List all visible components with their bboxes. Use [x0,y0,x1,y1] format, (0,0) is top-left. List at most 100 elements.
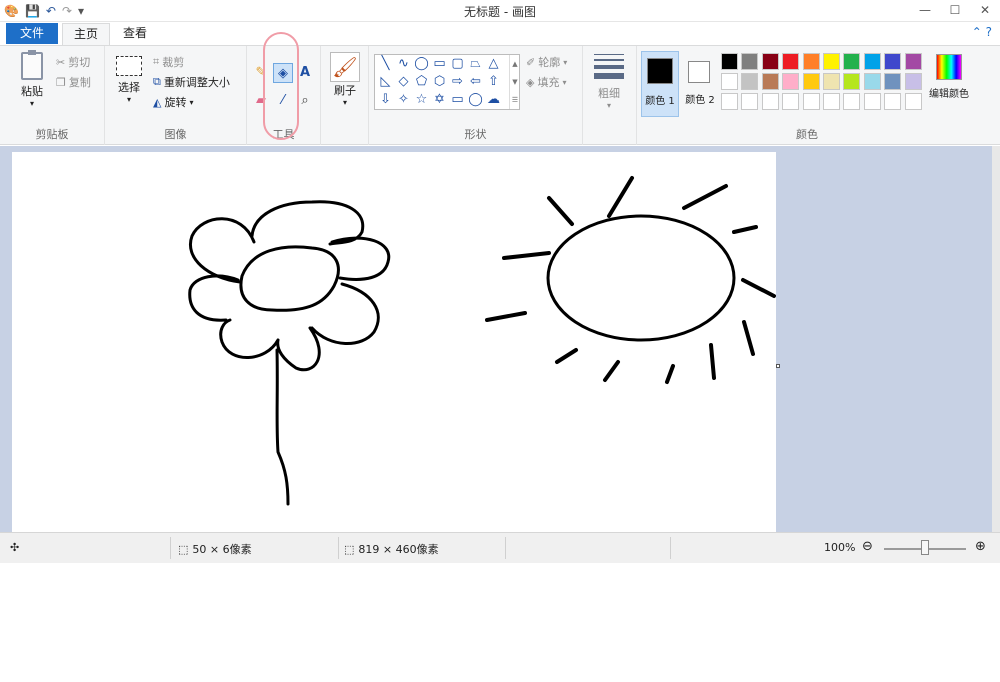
palette-empty-slot[interactable] [802,93,820,110]
palette-empty-slot[interactable] [843,93,861,110]
right-triangle-shape-icon[interactable]: ◺ [377,73,394,90]
palette-color-swatch[interactable] [761,53,779,70]
palette-color-swatch[interactable] [863,73,881,90]
palette-empty-slot[interactable] [884,93,902,110]
curve-shape-icon[interactable]: ∿ [395,55,412,72]
edit-colors-button[interactable]: 编辑颜色 [925,54,973,100]
palette-color-swatch[interactable] [823,73,840,90]
palette-color-swatch[interactable] [741,73,759,90]
window-title: 无标题 - 画图 [464,5,536,19]
clipboard-group: 粘贴 ▾ ✂ 剪切 ❐ 复制 剪贴板 [0,46,105,145]
canvas-workspace[interactable]: Bai du 经验 jingyan.baidu.com [0,146,1000,682]
zoom-out-icon[interactable]: ⊖ [862,539,873,554]
crop-button[interactable]: ⌗ 裁剪 [153,54,184,70]
palette-color-swatch[interactable] [904,73,922,90]
rounded-rect-shape-icon[interactable]: ▢ [449,55,466,72]
help-icon[interactable]: ⌃ ? [972,25,992,39]
rotate-button[interactable]: ◭ 旋转 ▾ [153,94,193,110]
palette-empty-slot[interactable] [721,93,738,110]
palette-color-swatch[interactable] [782,73,800,90]
zoom-slider-thumb[interactable] [921,540,929,555]
palette-empty-slot[interactable] [823,93,840,110]
hexagon-shape-icon[interactable]: ⬡ [431,73,448,90]
paste-button[interactable]: 粘贴 ▾ [14,50,50,108]
shapes-scroll-icon[interactable]: ▲ ▼ ☰ [509,55,520,109]
cut-button[interactable]: ✂ 剪切 [56,54,90,70]
drawing-canvas[interactable] [12,152,776,532]
line-shape-icon[interactable]: ╲ [377,55,394,72]
tab-file[interactable]: 文件 [6,23,58,44]
four-point-star-shape-icon[interactable]: ✧ [395,91,412,108]
five-point-star-shape-icon[interactable]: ☆ [413,91,430,108]
palette-color-swatch[interactable] [843,53,861,70]
palette-color-swatch[interactable] [721,53,738,70]
pentagon-shape-icon[interactable]: ⬠ [413,73,430,90]
down-arrow-shape-icon[interactable]: ⇩ [377,91,394,108]
copy-icon: ❐ [56,75,66,89]
diamond-shape-icon[interactable]: ◇ [395,73,412,90]
palette-color-swatch[interactable] [843,73,861,90]
image-size-value: 819 × 460像素 [358,543,439,556]
palette-color-swatch[interactable] [802,53,820,70]
status-divider [670,537,671,559]
title-bar: 🎨 💾 ↶ ↷ ▾ 无标题 - 画图 — ☐ ✕ [0,0,1000,22]
palette-empty-slot[interactable] [741,93,759,110]
palette-color-swatch[interactable] [863,53,881,70]
color2-button[interactable]: 颜色 2 [681,51,719,117]
baidu-watermark-url: jingyan.baidu.com [770,668,881,682]
palette-color-swatch[interactable] [904,53,922,70]
outline-button[interactable]: ✐ 轮廓 ▾ [526,54,567,70]
scissors-icon: ✂ [56,55,66,69]
palette-empty-slot[interactable] [761,93,779,110]
rect-callout-shape-icon[interactable]: ▭ [449,91,466,108]
size-button[interactable]: 粗细 ▾ [592,54,626,110]
resize-button[interactable]: ⧉ 重新调整大小 [153,74,230,90]
brushes-button[interactable]: 🖌 刷子 ▾ [328,52,362,107]
fill-button[interactable]: ◈ 填充 ▾ [526,74,566,90]
palette-color-swatch[interactable] [761,73,779,90]
color-palette [721,53,925,113]
copy-button[interactable]: ❐ 复制 [56,74,91,90]
image-group: 选择 ▾ ⌗ 裁剪 ⧉ 重新调整大小 ◭ 旋转 ▾ 图像 [105,46,247,145]
maximize-icon[interactable]: ☐ [940,0,970,22]
palette-empty-slot[interactable] [904,93,922,110]
oval-callout-shape-icon[interactable]: ◯ [467,91,484,108]
tab-home[interactable]: 主页 [62,23,111,45]
up-arrow-shape-icon[interactable]: ⇧ [485,73,502,90]
palette-color-swatch[interactable] [884,53,902,70]
rectangle-shape-icon[interactable]: ▭ [431,55,448,72]
tab-view[interactable]: 查看 [112,23,158,45]
outline-icon: ✐ [526,55,536,69]
shapes-gallery[interactable]: ╲ ∿ ◯ ▭ ▢ ⏢ △ ◺ ◇ ⬠ ⬡ ⇨ ⇦ ⇧ ⇩ ✧ ☆ ✡ ▭ ◯ … [374,54,520,110]
colors-group-label: 颜色 [796,128,818,141]
minimize-icon[interactable]: — [910,0,940,22]
image-size-icon: ⬚ [344,542,355,556]
clipboard-icon [21,50,43,80]
zoom-in-icon[interactable]: ⊕ [975,539,986,554]
canvas-resize-handle[interactable] [776,364,780,368]
vertical-scrollbar[interactable] [992,146,1000,532]
selection-size-value: 50 × 6像素 [192,543,252,556]
palette-color-swatch[interactable] [721,73,738,90]
palette-color-swatch[interactable] [884,73,902,90]
close-icon[interactable]: ✕ [970,0,1000,22]
color1-label: 颜色 1 [645,96,675,107]
palette-color-swatch[interactable] [782,53,800,70]
select-button[interactable]: 选择 ▾ [113,56,145,104]
left-arrow-shape-icon[interactable]: ⇦ [467,73,484,90]
cloud-callout-shape-icon[interactable]: ☁ [485,91,502,108]
palette-color-swatch[interactable] [802,73,820,90]
oval-shape-icon[interactable]: ◯ [413,55,430,72]
six-point-star-shape-icon[interactable]: ✡ [431,91,448,108]
right-arrow-shape-icon[interactable]: ⇨ [449,73,466,90]
polygon-shape-icon[interactable]: ⏢ [467,55,484,72]
triangle-shape-icon[interactable]: △ [485,55,502,72]
color1-button[interactable]: 颜色 1 [641,51,679,117]
shapes-group: ╲ ∿ ◯ ▭ ▢ ⏢ △ ◺ ◇ ⬠ ⬡ ⇨ ⇦ ⇧ ⇩ ✧ ☆ ✡ ▭ ◯ … [369,46,583,145]
paste-label: 粘贴 [21,85,43,98]
palette-color-swatch[interactable] [741,53,759,70]
palette-empty-slot[interactable] [863,93,881,110]
palette-color-swatch[interactable] [823,53,840,70]
palette-empty-slot[interactable] [782,93,800,110]
highlight-circle [263,32,299,140]
